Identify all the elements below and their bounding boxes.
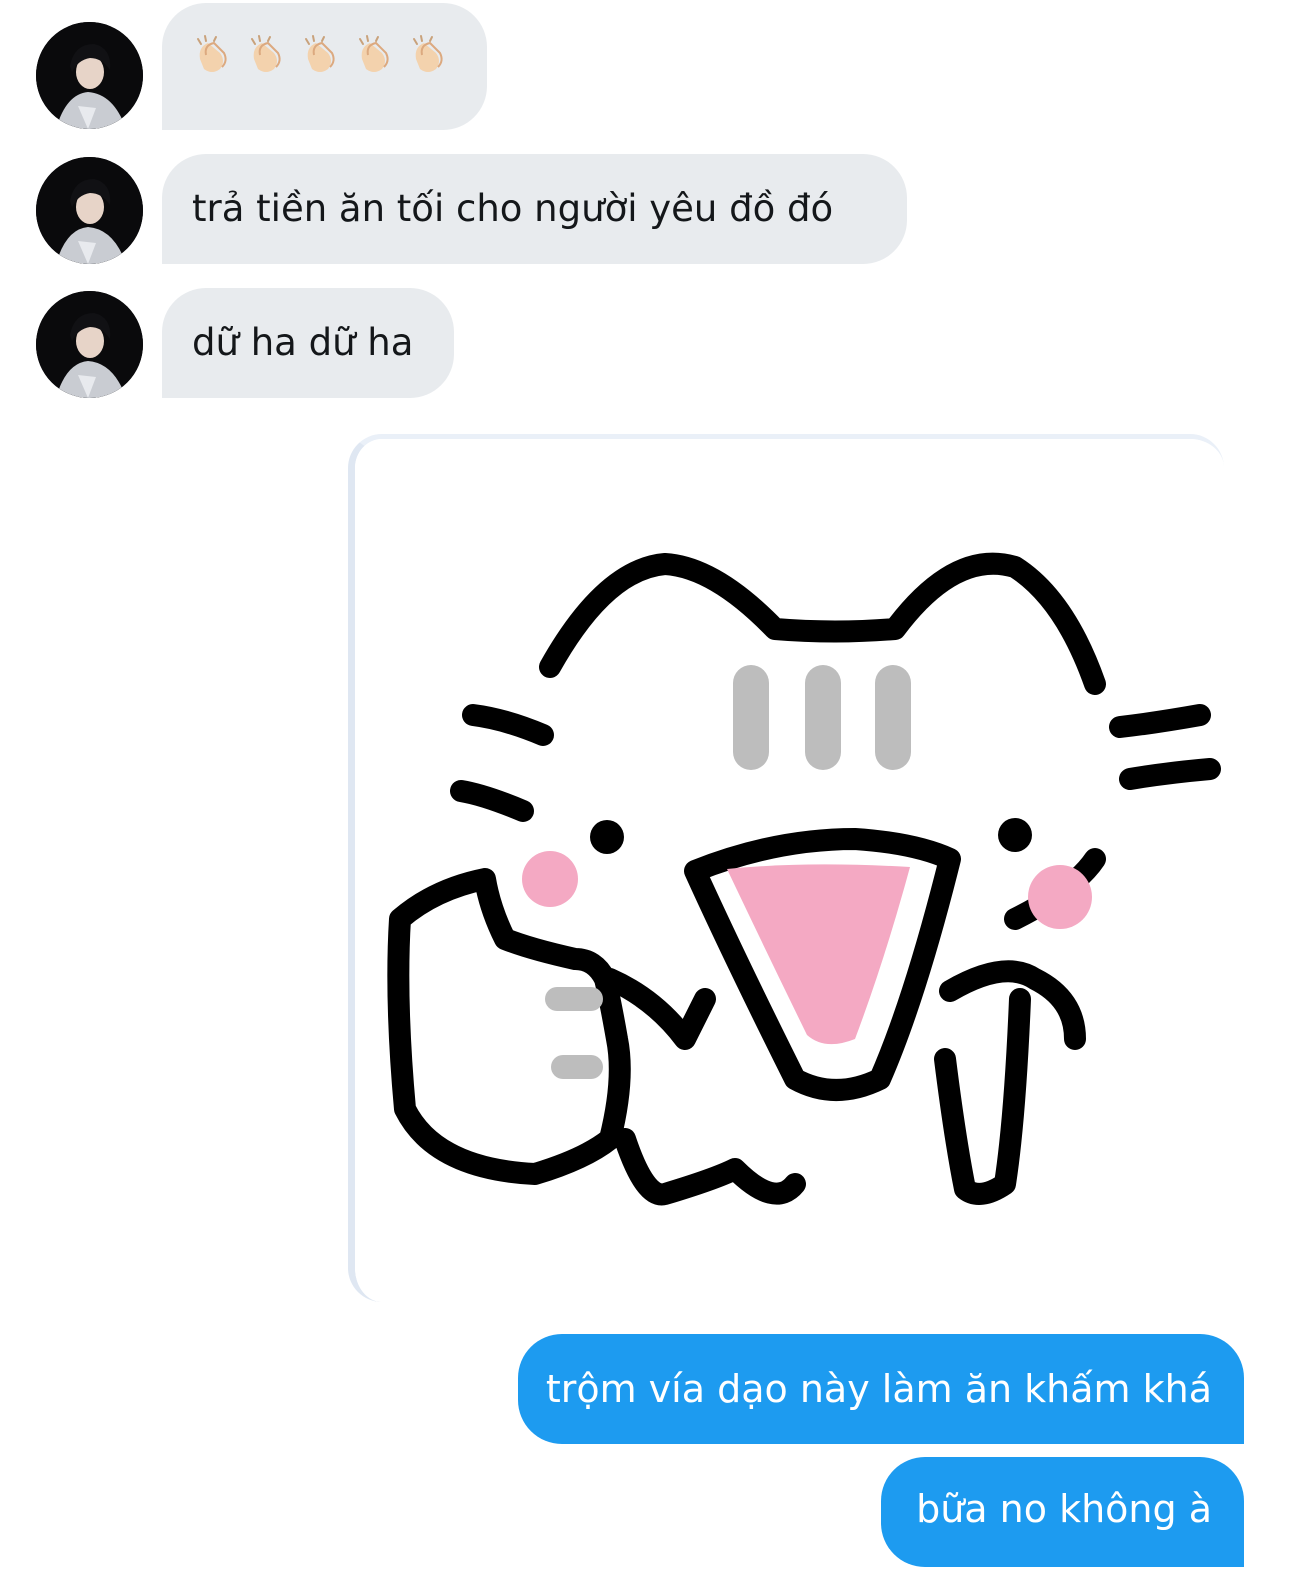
- message-text: trộm vía dạo này làm ăn khấm khá: [545, 1367, 1212, 1411]
- cat-sticker-icon: [355, 439, 1224, 1302]
- emoji-row: [192, 33, 448, 77]
- clapping-hands-icon: [413, 35, 443, 72]
- sender-avatar[interactable]: [36, 291, 143, 398]
- outgoing-message[interactable]: trộm vía dạo này làm ăn khấm khá: [518, 1334, 1244, 1444]
- cat-thumbs-up-sticker[interactable]: [348, 434, 1224, 1302]
- clapping-hands-icon: [359, 35, 389, 72]
- message-text: dữ ha dữ ha: [192, 321, 414, 364]
- clapping-hands-icon: [305, 35, 335, 72]
- clapping-hands-icon: [197, 35, 227, 72]
- outgoing-message[interactable]: bữa no không à: [881, 1457, 1244, 1567]
- sender-avatar[interactable]: [36, 157, 143, 264]
- clapping-hands-icon: [251, 35, 281, 72]
- message-text: bữa no không à: [916, 1487, 1212, 1531]
- message-text: trả tiền ăn tối cho người yêu đồ đó: [192, 187, 834, 230]
- incoming-message[interactable]: trả tiền ăn tối cho người yêu đồ đó: [162, 154, 907, 264]
- incoming-message-emoji[interactable]: [162, 3, 487, 130]
- incoming-message[interactable]: dữ ha dữ ha: [162, 288, 454, 398]
- sender-avatar[interactable]: [36, 22, 143, 129]
